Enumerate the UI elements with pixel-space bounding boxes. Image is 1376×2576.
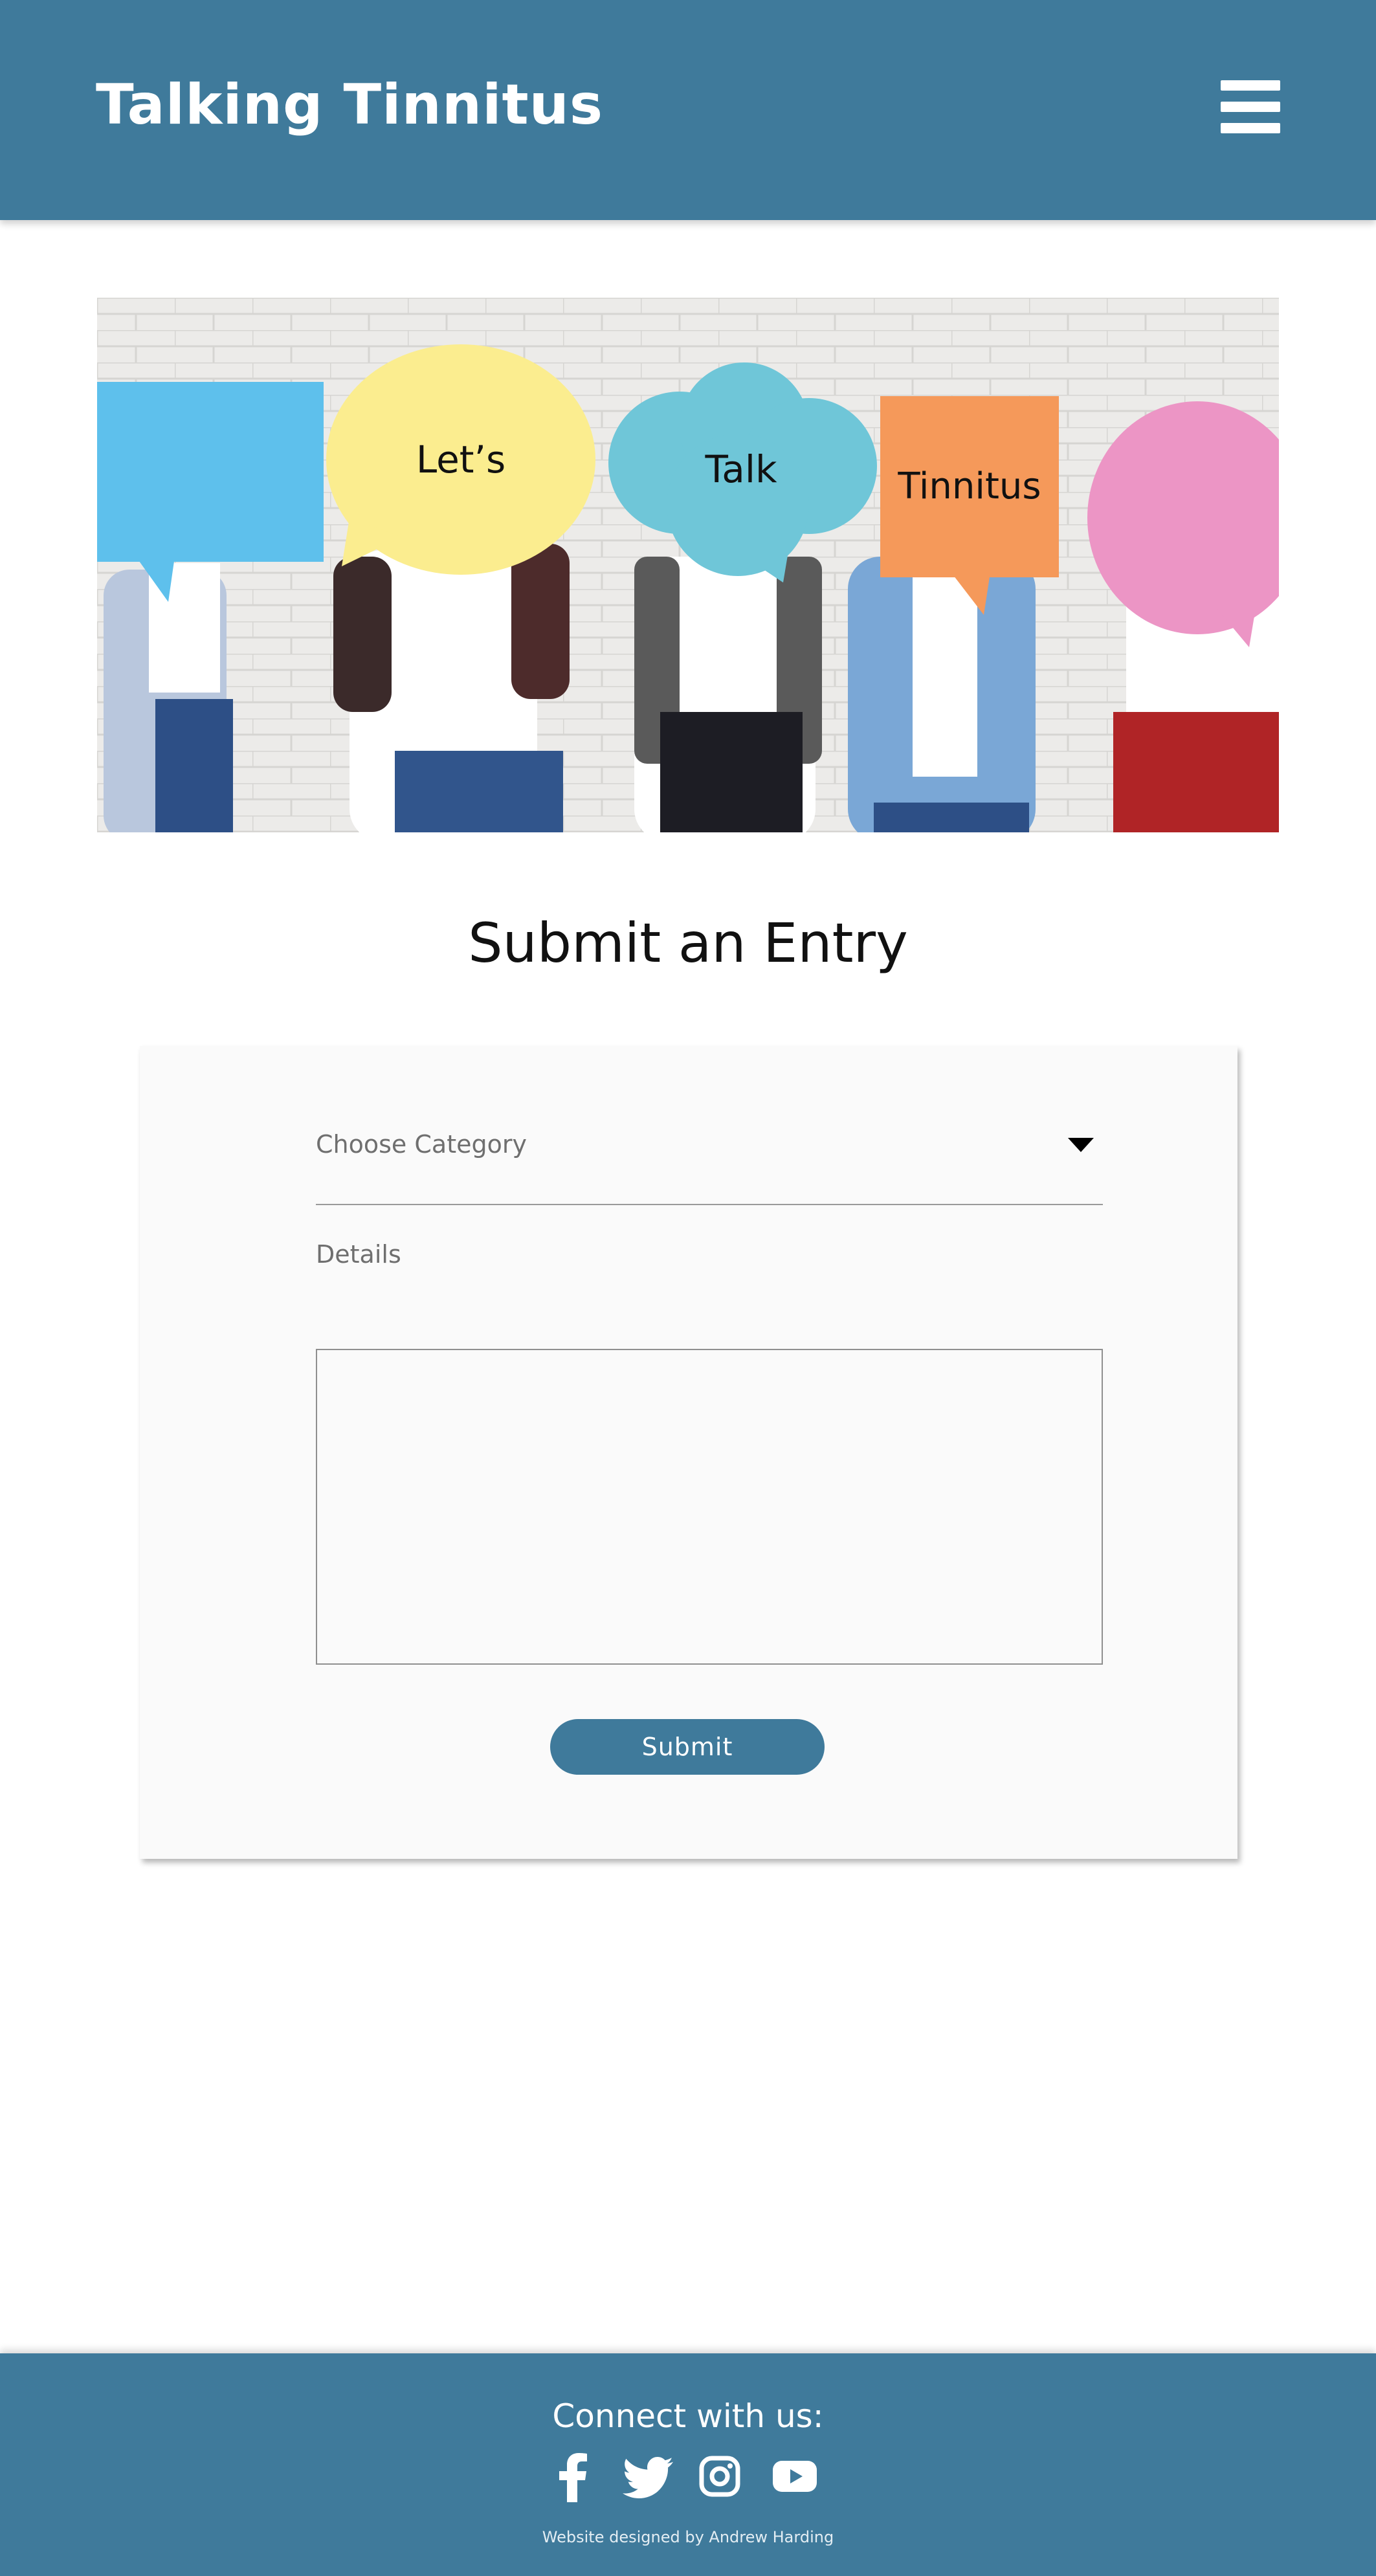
details-label: Details: [316, 1240, 401, 1269]
category-select[interactable]: Choose Category: [316, 1115, 1103, 1205]
designer-credit: Website designed by Andrew Harding: [542, 2528, 834, 2546]
person-1: [104, 563, 233, 832]
instagram-icon[interactable]: [699, 2456, 740, 2505]
site-header: Talking Tinnitus: [0, 0, 1376, 220]
person-4: [848, 557, 1036, 832]
details-textarea[interactable]: [316, 1349, 1103, 1665]
bubble-text-lets: Let’s: [416, 438, 505, 482]
caret-down-icon: [1068, 1138, 1094, 1152]
youtube-icon[interactable]: [773, 2461, 817, 2510]
facebook-icon[interactable]: [558, 2453, 588, 2502]
connect-heading: Connect with us:: [552, 2397, 824, 2435]
hero-banner-image: Let’s Talk Tinnitus: [97, 298, 1279, 832]
bubble-text-tinnitus: Tinnitus: [897, 465, 1041, 507]
hamburger-menu-icon[interactable]: [1221, 80, 1280, 133]
person-3: [634, 557, 822, 832]
category-select-label: Choose Category: [316, 1130, 527, 1159]
page-title: Submit an Entry: [468, 911, 908, 975]
entry-form-card: Choose Category Details Submit: [140, 1046, 1237, 1859]
yellow-speech-bubble: Let’s: [326, 344, 595, 575]
site-footer: Connect with us: Website designed by And…: [0, 2353, 1376, 2576]
twitter-icon[interactable]: [623, 2457, 673, 2506]
person-2: [333, 544, 570, 832]
bubble-text-talk: Talk: [704, 447, 777, 491]
submit-button[interactable]: Submit: [550, 1719, 825, 1775]
site-title[interactable]: Talking Tinnitus: [96, 72, 603, 137]
